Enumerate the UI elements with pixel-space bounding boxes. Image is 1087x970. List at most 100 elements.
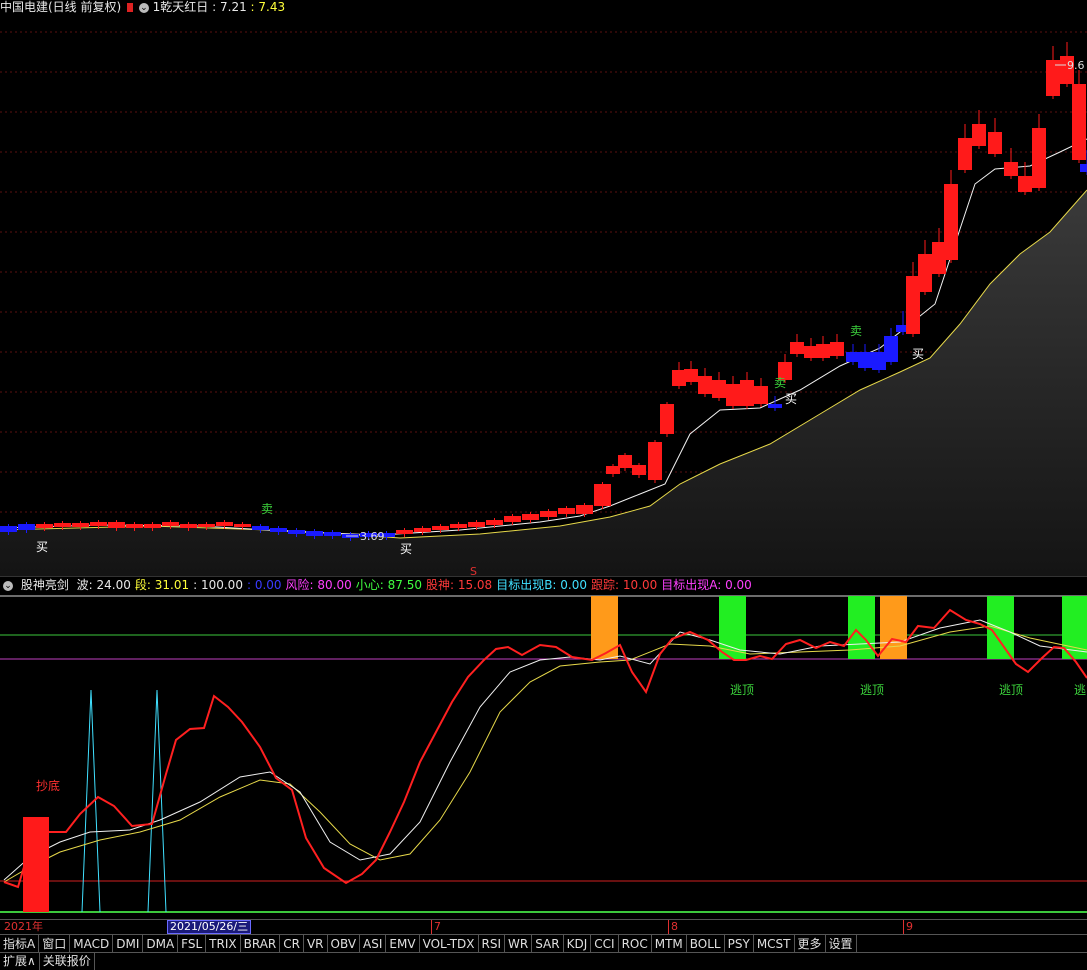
- bottom-label: 抄底: [36, 778, 60, 793]
- sell-marker: 卖: [850, 324, 862, 338]
- bottom-tab-0[interactable]: 扩展∧: [0, 953, 40, 970]
- candle-body: [958, 138, 972, 170]
- tab-14[interactable]: RSI: [479, 935, 506, 953]
- candle-body: [144, 524, 161, 528]
- chevron-down-icon[interactable]: ⌄: [138, 2, 149, 13]
- indicator-title[interactable]: 1乾天红日: [153, 0, 209, 14]
- candle-body: [712, 380, 726, 398]
- indicator-values: 波: 24.00 段: 31.01: 100.00: 0.00 风险: 80.00 小…: [77, 578, 756, 592]
- tab-6[interactable]: TRIX: [206, 935, 241, 953]
- tab-4[interactable]: DMA: [143, 935, 179, 953]
- tab-12[interactable]: EMV: [386, 935, 420, 953]
- indicator-value-0: 波: 24.00: [76, 578, 131, 592]
- tab-2[interactable]: MACD: [70, 935, 114, 953]
- indicator-name[interactable]: 股神亮剑: [21, 578, 69, 592]
- price-chart[interactable]: 9.6 3.69 买 卖 买 卖 买 卖 买 S: [0, 14, 1087, 576]
- indicator-value-7: 目标出现B: 0.00: [496, 578, 588, 592]
- candle-body: [918, 254, 932, 292]
- candle-body: [884, 336, 898, 362]
- candle-body: [790, 342, 804, 354]
- top-label: 逃顶: [999, 683, 1023, 697]
- tab-18[interactable]: CCI: [591, 935, 619, 953]
- candle-body: [816, 344, 830, 358]
- candle-body: [504, 516, 521, 522]
- indicator-value-9: 目标出现A: 0.00: [661, 578, 752, 592]
- tab-10[interactable]: OBV: [328, 935, 361, 953]
- indicator-value-1: 7.21: [220, 0, 247, 14]
- candle-body: [54, 523, 71, 527]
- signal-bars: [591, 596, 1087, 659]
- tab-23[interactable]: MCST: [754, 935, 795, 953]
- candle-body: [846, 352, 860, 362]
- candle-body: [72, 523, 89, 527]
- candle-body: [0, 526, 17, 532]
- top-label-partial: 逃: [1074, 683, 1086, 697]
- candle-body: [306, 531, 323, 536]
- candle-body: [932, 242, 946, 274]
- candle-body: [198, 524, 215, 527]
- candle-body: [270, 528, 287, 532]
- candle-body: [684, 369, 698, 382]
- candle-body: [324, 532, 341, 536]
- indicator-tabs: 指标A 窗口 MACD DMI DMA FSL TRIX BRAR CR VR OBV ASI EMV V…: [0, 934, 1087, 953]
- tab-22[interactable]: PSY: [725, 935, 754, 953]
- stock-title[interactable]: 中国电建(日线 前复权): [0, 0, 121, 14]
- tab-13[interactable]: VOL-TDX: [420, 935, 479, 953]
- tab-0[interactable]: 指标A: [0, 935, 40, 953]
- candle-body: [180, 524, 197, 528]
- candle-body: [414, 528, 431, 532]
- chevron-down-icon[interactable]: ⌄: [3, 580, 13, 591]
- price-area-shade: [0, 190, 1087, 576]
- tab-16[interactable]: SAR: [532, 935, 564, 953]
- chart-header: 中国电建(日线 前复权) ⌄ 1乾天红日 : 7.21 : 7.43: [0, 0, 286, 14]
- tab-24[interactable]: 更多: [795, 935, 826, 953]
- candle-body: [648, 442, 662, 480]
- tab-3[interactable]: DMI: [113, 935, 144, 953]
- candle-body: [432, 526, 449, 530]
- top-label: 逃顶: [860, 683, 884, 697]
- candle-body: [396, 530, 413, 534]
- tab-15[interactable]: WR: [505, 935, 533, 953]
- candle-body: [768, 404, 782, 408]
- bottom-tab-1[interactable]: 关联报价: [40, 953, 95, 970]
- candle-body: [698, 376, 712, 394]
- tab-21[interactable]: BOLL: [687, 935, 725, 953]
- spike: [81, 689, 101, 913]
- tab-17[interactable]: KDJ: [564, 935, 592, 953]
- tab-20[interactable]: MTM: [652, 935, 687, 953]
- candle-body: [18, 524, 35, 530]
- candle-body: [660, 404, 674, 434]
- candle-body: [618, 455, 632, 468]
- tab-9[interactable]: VR: [304, 935, 328, 953]
- candle-body: [576, 505, 593, 514]
- indicator-value-2: 7.43: [258, 0, 286, 14]
- tab-25[interactable]: 设置: [826, 935, 857, 953]
- bottom-signal-bar: [23, 817, 49, 912]
- buy-marker: 买: [36, 540, 48, 554]
- candle-body: [606, 466, 620, 474]
- candle-body: [1018, 176, 1032, 192]
- candle-body: [36, 524, 53, 528]
- indicator-yellow-line: [3, 625, 1087, 883]
- candle-body: [252, 526, 269, 530]
- tab-11[interactable]: ASI: [360, 935, 387, 953]
- indicator-chart[interactable]: 抄底 逃顶 逃顶 逃顶 逃: [0, 592, 1087, 918]
- candle-body: [726, 384, 740, 406]
- high-price-label: 9.6: [1067, 59, 1085, 72]
- tab-19[interactable]: ROC: [619, 935, 652, 953]
- candle-body: [1080, 164, 1087, 172]
- candle-body: [108, 522, 125, 528]
- signal-bar: [719, 596, 746, 659]
- year-label: 2021年: [4, 920, 43, 933]
- indicator-value-6: 股神: 15.08: [425, 578, 493, 592]
- tab-5[interactable]: FSL: [178, 935, 207, 953]
- sell-marker: 卖: [261, 502, 273, 516]
- candle-body: [558, 508, 575, 514]
- tab-7[interactable]: BRAR: [241, 935, 281, 953]
- tab-8[interactable]: CR: [280, 935, 304, 953]
- candle-body: [594, 484, 611, 506]
- tab-1[interactable]: 窗口: [39, 935, 71, 953]
- candle-body: [972, 124, 986, 146]
- month-label-9: 9: [903, 920, 913, 934]
- candle-body: [740, 380, 754, 406]
